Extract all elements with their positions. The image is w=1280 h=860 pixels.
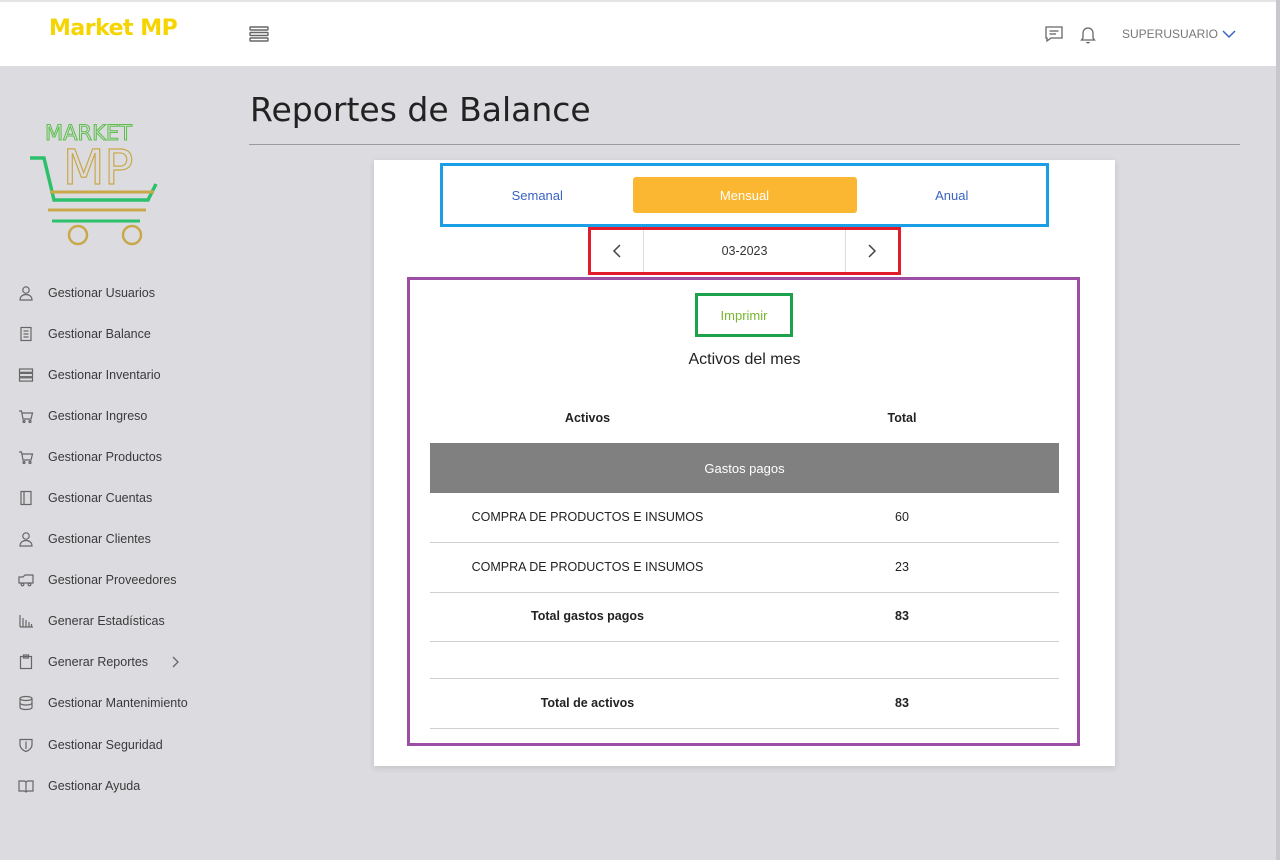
svg-text:MP: MP [63, 140, 133, 196]
truck-icon [18, 574, 34, 587]
sidebar-item-seguridad[interactable]: Gestionar Seguridad [18, 724, 218, 765]
tab-semanal[interactable]: Semanal [448, 177, 627, 213]
sidebar-item-productos[interactable]: Gestionar Productos [18, 436, 218, 477]
report-title: Activos del mes [688, 351, 801, 368]
tab-anual[interactable]: Anual [863, 177, 1042, 213]
tab-mensual[interactable]: Mensual [632, 177, 857, 213]
sidebar-item-balance[interactable]: Gestionar Balance [18, 313, 218, 354]
bell-icon[interactable] [1078, 24, 1098, 44]
sidebar-item-label: Gestionar Cuentas [48, 491, 153, 506]
database-icon [19, 696, 33, 711]
user-icon [19, 285, 33, 301]
book-icon [20, 490, 32, 506]
server-icon [18, 368, 34, 382]
market-mp-logo: MARKET MP [28, 120, 160, 250]
user-label: SUPERUSUARIO [1121, 27, 1218, 41]
sidebar-item-clientes[interactable]: Gestionar Clientes [18, 519, 218, 560]
scrollbar[interactable] [1276, 0, 1280, 860]
menu-icon[interactable] [249, 24, 269, 44]
shield-icon [19, 738, 33, 752]
print-button[interactable]: Imprimir [695, 293, 793, 337]
table-header: Activos Total [430, 403, 1059, 433]
period-value: 03-2023 [643, 230, 846, 272]
row-label: COMPRA DE PRODUCTOS E INSUMOS [471, 560, 704, 575]
chevron-down-icon [1222, 30, 1236, 39]
sidebar-item-label: Generar Estadísticas [48, 614, 165, 629]
sidebar-item-label: Gestionar Seguridad [48, 737, 163, 752]
period-tabs: Semanal Mensual Anual [440, 163, 1049, 227]
total-row: Total de activos 83 [430, 679, 1059, 729]
chat-icon[interactable] [1044, 24, 1064, 44]
row-value: 23 [895, 560, 909, 575]
cart-icon [19, 451, 34, 465]
section-header: Gastos pagos [430, 443, 1059, 493]
sidebar-item-label: Generar Reportes [48, 655, 149, 670]
sidebar-item-ayuda[interactable]: Gestionar Ayuda [18, 765, 218, 806]
table-row: COMPRA DE PRODUCTOS E INSUMOS 23 [430, 543, 1059, 593]
column-header-activos: Activos [564, 411, 611, 425]
sidebar-item-cuentas[interactable]: Gestionar Cuentas [18, 477, 218, 518]
sidebar-item-label: Gestionar Ayuda [48, 778, 141, 793]
top-bar: Market MP SUPERUSUARIO [0, 0, 1276, 66]
sidebar-item-label: Gestionar Ingreso [48, 408, 148, 423]
subtotal-label: Total gastos pagos [531, 609, 644, 624]
sidebar-nav: Gestionar Usuarios Gestionar Balance Ges… [18, 272, 218, 806]
title-divider [249, 144, 1240, 145]
sidebar-item-mantenimiento[interactable]: Gestionar Mantenimiento [18, 683, 218, 724]
total-value: 83 [895, 696, 909, 711]
sidebar-item-label: Gestionar Usuarios [48, 285, 155, 300]
page-title: Reportes de Balance [250, 90, 591, 129]
sidebar-item-inventario[interactable]: Gestionar Inventario [18, 354, 218, 395]
row-label: COMPRA DE PRODUCTOS E INSUMOS [471, 510, 704, 525]
sidebar-item-label: Gestionar Productos [48, 449, 162, 464]
sidebar-item-label: Gestionar Balance [48, 326, 151, 341]
sidebar-item-label: Gestionar Clientes [48, 532, 151, 547]
sidebar-item-label: Gestionar Inventario [48, 367, 161, 382]
chevron-right-icon [868, 244, 877, 258]
subtotal-row: Total gastos pagos 83 [430, 592, 1059, 642]
cart-icon [19, 410, 34, 423]
ledger-icon [20, 326, 32, 341]
chevron-left-icon [612, 244, 621, 258]
sidebar-item-label: Gestionar Mantenimiento [48, 696, 188, 711]
clipboard-icon [19, 654, 33, 670]
sidebar-item-proveedores[interactable]: Gestionar Proveedores [18, 560, 218, 601]
column-header-total: Total [887, 411, 917, 425]
row-value: 60 [895, 510, 909, 525]
sidebar-item-label: Gestionar Proveedores [48, 573, 177, 588]
spacer-row [430, 642, 1059, 679]
sidebar-item-estadisticas[interactable]: Generar Estadísticas [18, 601, 218, 642]
period-selector: 03-2023 [588, 227, 901, 275]
user-icon [19, 532, 33, 547]
open-book-icon [18, 780, 34, 793]
sidebar-item-usuarios[interactable]: Gestionar Usuarios [18, 272, 218, 313]
bar-chart-icon [19, 615, 33, 628]
sidebar-item-ingreso[interactable]: Gestionar Ingreso [18, 395, 218, 436]
user-menu[interactable]: SUPERUSUARIO [1122, 27, 1236, 41]
previous-period-button[interactable] [591, 230, 643, 272]
total-label: Total de activos [540, 696, 635, 711]
subtotal-value: 83 [895, 609, 909, 624]
next-period-button[interactable] [846, 230, 898, 272]
sidebar-item-reportes[interactable]: Generar Reportes [18, 642, 218, 683]
brand-title[interactable]: Market MP [49, 16, 178, 41]
chevron-right-icon [172, 656, 179, 668]
table-row: COMPRA DE PRODUCTOS E INSUMOS 60 [430, 493, 1059, 543]
